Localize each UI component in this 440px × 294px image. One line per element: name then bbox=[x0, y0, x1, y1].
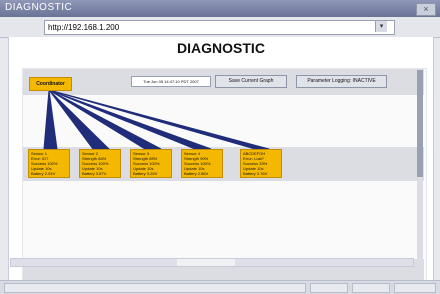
sensor-battery: Battery 3.76V bbox=[243, 171, 268, 177]
sensor-battery: Battery 2.86V bbox=[184, 171, 209, 177]
page-title: DIAGNOSTIC bbox=[177, 40, 265, 56]
network-links bbox=[43, 89, 270, 150]
horizontal-scrollbar[interactable] bbox=[10, 258, 414, 267]
network-canvas: Coordinator Tue Jun 05 14:47:10 PDT 2007… bbox=[22, 68, 427, 290]
window-title: DIAGNOSTIC bbox=[5, 2, 73, 13]
scrollbar-thumb[interactable] bbox=[417, 70, 423, 177]
save-graph-button[interactable]: Save Current Graph bbox=[215, 75, 287, 88]
sensor-battery: Battery 3.87V bbox=[82, 171, 107, 177]
page-content: DIAGNOSTIC Coordinator Tue Jun 05 14:47:… bbox=[8, 37, 434, 290]
coordinator-node[interactable]: Coordinator bbox=[29, 77, 72, 91]
scrollbar-thumb[interactable] bbox=[177, 259, 235, 266]
sensor-node[interactable]: ABCDEFGH Error: Lost? Success 33% Update… bbox=[240, 149, 282, 178]
chevron-down-icon[interactable]: ▾ bbox=[375, 21, 387, 32]
vertical-scrollbar[interactable] bbox=[417, 70, 423, 280]
timestamp-display: Tue Jun 05 14:47:10 PDT 2007 bbox=[131, 76, 211, 87]
sensor-battery: Battery 2.94V bbox=[31, 171, 56, 177]
url-input[interactable]: http://192.168.1.200 bbox=[44, 20, 395, 35]
sensor-node[interactable]: Sensor 1 Error: ID? Success 100% Update … bbox=[28, 149, 70, 178]
sensor-node[interactable]: Sensor 4 Strength 90% Success 100% Updat… bbox=[181, 149, 223, 178]
status-segment bbox=[4, 283, 306, 293]
sensor-node[interactable]: Sensor 3 Strength 85% Success 100% Updat… bbox=[130, 149, 172, 178]
status-segment bbox=[352, 283, 390, 293]
window-titlebar: DIAGNOSTIC × bbox=[0, 0, 440, 17]
sensor-3-link bbox=[48, 89, 162, 150]
status-segment bbox=[394, 283, 436, 293]
sensor-node[interactable]: Sensor 2 Strength 84% Success 100% Updat… bbox=[79, 149, 121, 178]
status-bar bbox=[0, 280, 440, 294]
close-icon[interactable]: × bbox=[416, 3, 436, 16]
address-bar: http://192.168.1.200 ▾ bbox=[0, 17, 440, 38]
status-segment bbox=[310, 283, 348, 293]
sensor-battery: Battery 3.25V bbox=[133, 171, 158, 177]
parameter-logging-button[interactable]: Parameter Logging: INACTIVE bbox=[296, 75, 387, 88]
sensor-5-link bbox=[48, 89, 270, 150]
